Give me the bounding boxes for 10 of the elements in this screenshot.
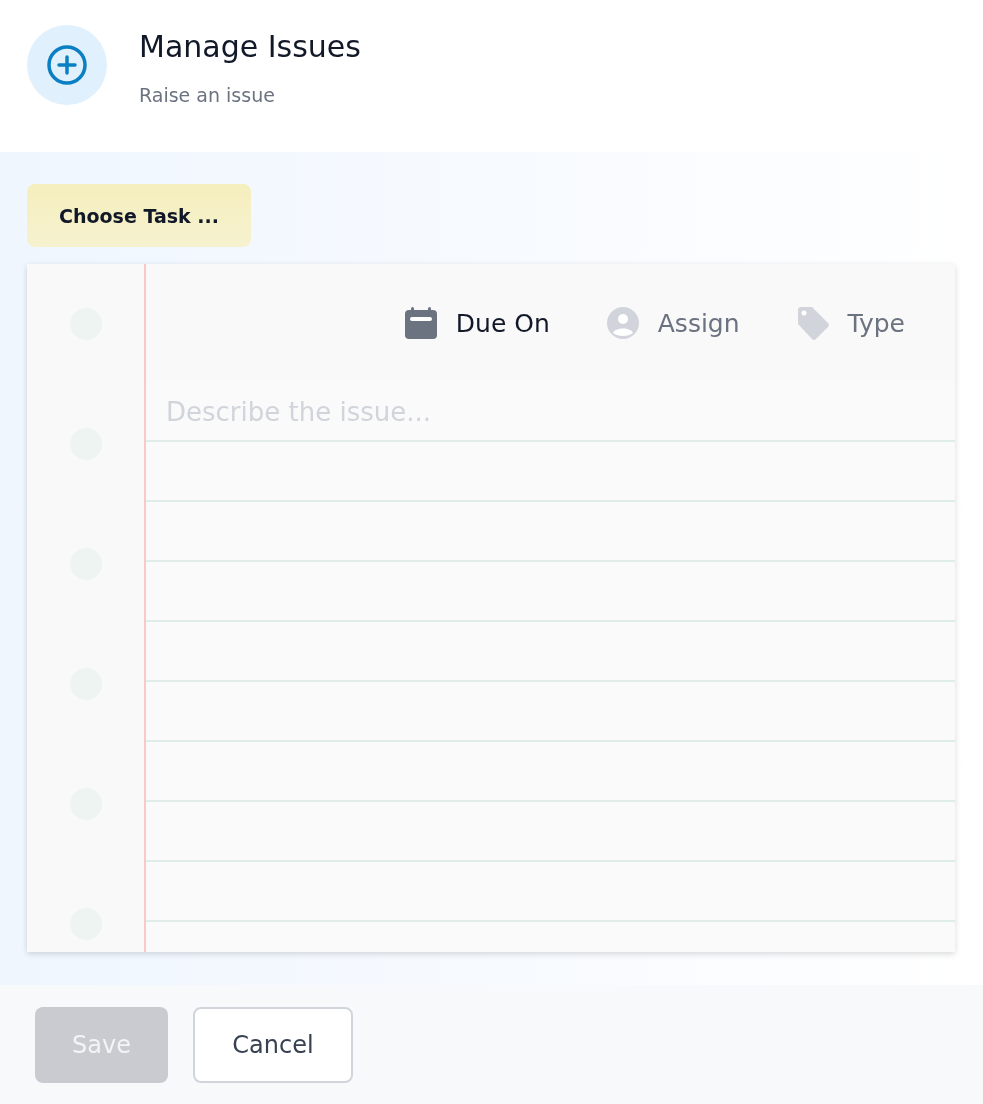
user-icon [605, 306, 640, 340]
toolbar-button[interactable]: Type [795, 306, 905, 340]
calendar-icon [403, 306, 438, 340]
toolbar-button[interactable]: Assign [605, 306, 740, 340]
toolbar-button[interactable]: Due On [403, 306, 550, 340]
tag-icon [795, 306, 830, 340]
cancel-button[interactable]: Cancel [193, 1006, 353, 1083]
page-subtitle: Raise an issue [139, 84, 276, 106]
page-title: Manage Issues [139, 29, 361, 64]
choose-task-button[interactable]: Choose Task ... [27, 184, 251, 247]
